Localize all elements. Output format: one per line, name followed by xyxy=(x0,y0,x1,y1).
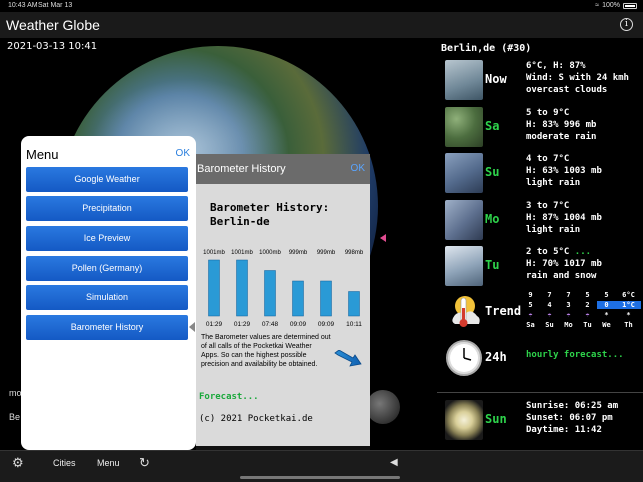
sun-row[interactable]: Sun Sunrise: 06:25 am Sunset: 06:07 pm Day… xyxy=(437,398,643,442)
snow-icon xyxy=(445,246,483,286)
chart-bar xyxy=(348,291,360,317)
chart-category-label: 10:11 xyxy=(346,321,362,328)
menu-item-barometer-history[interactable]: Barometer History xyxy=(26,315,188,340)
barometer-ok-button[interactable]: OK xyxy=(351,163,365,174)
chart-value-label: 1001mb xyxy=(203,250,225,256)
collapse-arrow-icon[interactable]: ◀ xyxy=(390,457,398,468)
menu-popover: Menu OK Google Weather Precipitation Ice… xyxy=(21,136,196,450)
hourly-forecast-link[interactable]: hourly forecast... xyxy=(526,350,624,360)
trend-label: Trend xyxy=(485,304,522,318)
forecast-details-now: 6°C, H: 87% Wind: S with 24 kmh overcast c… xyxy=(526,61,629,95)
status-bar: 10:43 AM Sat Mar 13 ≈ 100% xyxy=(0,0,643,12)
menu-item-pollen[interactable]: Pollen (Germany) xyxy=(26,256,188,281)
toolbar-menu[interactable]: Menu xyxy=(97,458,120,468)
menu-title: Menu xyxy=(26,147,59,162)
forecast-details-sa: 5 to 9°C H: 83% 996 mb moderate rain xyxy=(526,108,597,142)
light-rain-icon xyxy=(445,200,483,240)
light-rain-icon xyxy=(445,153,483,193)
overcast-icon xyxy=(445,60,483,100)
forecast-panel: Berlin,de (#30) Now 6°C, H: 87% Wind: S w… xyxy=(437,38,643,450)
chart-bar xyxy=(208,259,220,317)
home-indicator xyxy=(240,476,400,479)
chart-bar xyxy=(320,280,332,317)
forecast-day-now: Now xyxy=(485,72,507,86)
chart-value-label: 1000mb xyxy=(259,250,281,256)
chart-value-label: 998mb xyxy=(345,250,364,256)
forecast-row-sa[interactable]: Sa 5 to 9°C H: 83% 996 mb moderate rain xyxy=(437,105,643,149)
globe-datetime: 2021-03-13 10:41 xyxy=(7,41,98,52)
forecast-day-mo: Mo xyxy=(485,212,500,226)
title-bar: Weather Globe i xyxy=(0,12,643,38)
menu-item-simulation[interactable]: Simulation xyxy=(26,285,188,310)
moon-icon xyxy=(366,390,400,424)
forecast-row-su[interactable]: Su 4 to 7°C H: 63% 1003 mb light rain xyxy=(437,151,643,195)
barometer-chart: 1001mb 01:29 1001mb 01:29 1000mb 07:48 999mb 09… xyxy=(203,250,364,328)
chart-category-label: 01:29 xyxy=(234,321,251,328)
app-title: Weather Globe xyxy=(6,17,100,33)
forecast-details-su: 4 to 7°C H: 63% 1003 mb light rain xyxy=(526,154,602,188)
trend-grid: 9 7 7 5 5 6°C 5 4 3 2 0 1°C ☂ ☂ ☂ ☂ * * Sa Su Mo Tu We Th xyxy=(521,290,643,330)
forecast-day-su: Su xyxy=(485,165,500,179)
info-icon[interactable]: i xyxy=(620,18,633,31)
wifi-icon: ≈ xyxy=(595,2,600,9)
forecast-details-tu: 2 to 5°C ... H: 70% 1017 mb rain and snow xyxy=(526,247,602,281)
chart-value-label: 999mb xyxy=(317,250,336,256)
barometer-header: Barometer History OK xyxy=(196,154,370,184)
hourly-row[interactable]: 24h hourly forecast... xyxy=(437,336,643,380)
panel-divider xyxy=(437,392,643,393)
menu-item-precipitation[interactable]: Precipitation xyxy=(26,196,188,221)
rain-icon xyxy=(445,107,483,147)
globe-side-text-1: mo xyxy=(9,388,22,398)
thermometer-icon xyxy=(445,292,483,332)
chart-category-label: 01:29 xyxy=(206,321,223,328)
submenu-pointer-icon xyxy=(189,322,195,332)
sun-label: Sun xyxy=(485,412,507,426)
barometer-copyright: (c) 2021 Pocketkai.de xyxy=(199,414,313,424)
chart-bar xyxy=(292,280,304,317)
chart-bar xyxy=(236,259,248,317)
barometer-forecast-link[interactable]: Forecast... xyxy=(199,392,259,402)
status-time: 10:43 AM xyxy=(8,2,38,9)
trend-row[interactable]: Trend 9 7 7 5 5 6°C 5 4 3 2 0 1°C ☂ ☂ ☂ ☂ * * Sa Su Mo Tu W… xyxy=(437,290,643,334)
forecast-row-tu[interactable]: Tu 2 to 5°C ... H: 70% 1017 mb rain and sn… xyxy=(437,244,643,288)
barometer-heading: Barometer History: Berlin-de xyxy=(210,201,330,228)
barometer-description: The Barometer values are determined out … xyxy=(201,334,331,368)
chart-category-label: 09:09 xyxy=(318,321,335,328)
barometer-title: Barometer History xyxy=(197,163,286,175)
forecast-day-sa: Sa xyxy=(485,119,500,133)
clock-icon xyxy=(445,338,483,378)
menu-item-google-weather[interactable]: Google Weather xyxy=(26,167,188,192)
forecast-details-mo: 3 to 7°C H: 87% 1004 mb light rain xyxy=(526,201,602,235)
city-header: Berlin,de (#30) xyxy=(441,43,532,54)
barometer-panel: Barometer History OK Barometer History: … xyxy=(196,154,370,468)
forecast-day-tu: Tu xyxy=(485,258,500,272)
sun-details: Sunrise: 06:25 am Sunset: 06:07 pm Daytime… xyxy=(526,401,619,435)
hourly-label: 24h xyxy=(485,350,507,364)
forecast-row-mo[interactable]: Mo 3 to 7°C H: 87% 1004 mb light rain xyxy=(437,198,643,242)
globe-side-text-2: Be xyxy=(9,412,21,422)
refresh-icon[interactable]: ↻ xyxy=(139,455,150,471)
chart-value-label: 999mb xyxy=(289,250,308,256)
sun-icon xyxy=(445,400,483,440)
battery-icon xyxy=(623,2,637,9)
arrow-down-right-icon[interactable] xyxy=(334,350,364,368)
menu-ok-button[interactable]: OK xyxy=(176,148,190,159)
forecast-row-now[interactable]: Now 6°C, H: 87% Wind: S with 24 kmh overca… xyxy=(437,58,643,102)
chart-value-label: 1001mb xyxy=(231,250,253,256)
battery-status: ≈ 100% xyxy=(595,2,637,9)
status-date: Sat Mar 13 xyxy=(38,2,73,9)
location-marker-icon xyxy=(380,234,386,242)
chart-category-label: 07:48 xyxy=(262,321,279,328)
settings-icon[interactable]: ⚙ xyxy=(12,455,24,471)
menu-item-ice-preview[interactable]: Ice Preview xyxy=(26,226,188,251)
chart-category-label: 09:09 xyxy=(290,321,307,328)
toolbar-cities[interactable]: Cities xyxy=(53,458,76,468)
chart-bar xyxy=(264,270,276,317)
battery-percent: 100% xyxy=(602,2,620,9)
